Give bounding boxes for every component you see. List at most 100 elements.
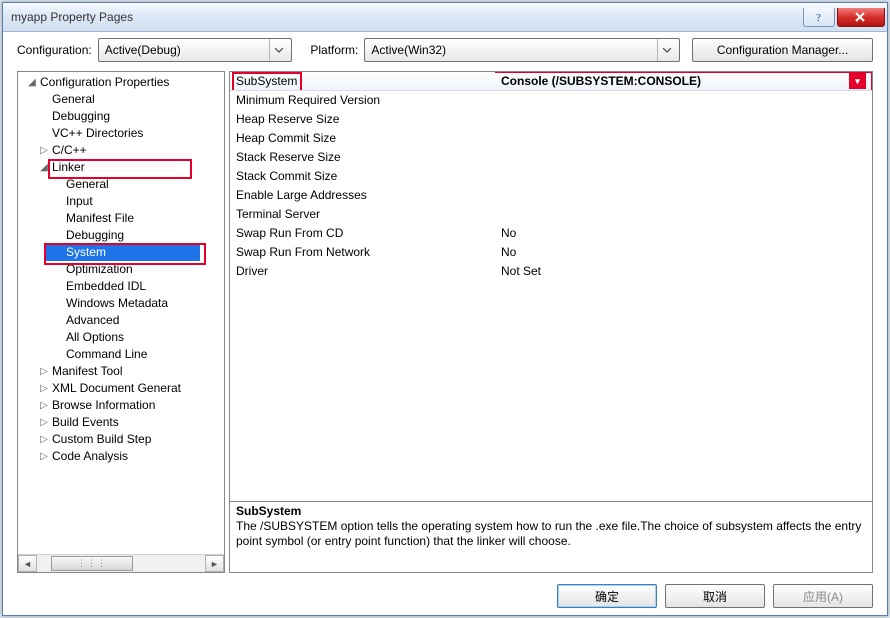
platform-combo[interactable]: Active(Win32): [364, 38, 680, 62]
tree-item-vcpp-dirs[interactable]: VC++ Directories: [18, 125, 224, 142]
configuration-manager-label: Configuration Manager...: [717, 43, 848, 57]
tree-item-linker-general[interactable]: General: [18, 176, 224, 193]
titlebar[interactable]: myapp Property Pages ?: [3, 3, 887, 32]
prop-value[interactable]: [495, 205, 872, 224]
property-pages-window: myapp Property Pages ? Configuration: Ac…: [2, 2, 888, 616]
prop-value-subsystem[interactable]: Console (/SUBSYSTEM:CONSOLE): [501, 72, 849, 90]
tree-item-linker-advanced[interactable]: Advanced: [18, 312, 224, 329]
platform-value: Active(Win32): [371, 43, 446, 57]
collapse-icon[interactable]: ◢: [26, 74, 38, 91]
prop-value[interactable]: [495, 167, 872, 186]
expand-icon[interactable]: ▷: [38, 431, 50, 448]
scroll-track[interactable]: ⋮⋮⋮: [37, 556, 205, 571]
dropdown-button[interactable]: ▾: [849, 73, 866, 89]
prop-name: Driver: [230, 262, 495, 281]
description-body: The /SUBSYSTEM option tells the operatin…: [236, 519, 866, 549]
prop-row[interactable]: Swap Run From CDNo: [230, 224, 872, 243]
chevron-down-icon: [269, 39, 287, 61]
tree-item-linker[interactable]: ◢ Linker: [18, 159, 224, 176]
scroll-thumb[interactable]: ⋮⋮⋮: [51, 556, 133, 571]
tree-item-custom-build[interactable]: ▷Custom Build Step: [18, 431, 224, 448]
tree-item-linker-input[interactable]: Input: [18, 193, 224, 210]
configuration-manager-button[interactable]: Configuration Manager...: [692, 38, 873, 62]
tree-item-linker-debugging[interactable]: Debugging: [18, 227, 224, 244]
help-button[interactable]: ?: [803, 8, 835, 27]
property-pane: SubSystem Console (/SUBSYSTEM:CONSOLE) ▾…: [229, 71, 873, 573]
prop-value[interactable]: [495, 91, 872, 110]
prop-name: Heap Reserve Size: [230, 110, 495, 129]
prop-name: Terminal Server: [230, 205, 495, 224]
tree-item-linker-win-meta[interactable]: Windows Metadata: [18, 295, 224, 312]
prop-row[interactable]: Stack Reserve Size: [230, 148, 872, 167]
tree-item-linker-system[interactable]: System: [18, 244, 224, 261]
property-grid[interactable]: SubSystem Console (/SUBSYSTEM:CONSOLE) ▾…: [229, 71, 873, 502]
cancel-button[interactable]: 取消: [665, 584, 765, 608]
prop-value[interactable]: [495, 129, 872, 148]
config-row: Configuration: Active(Debug) Platform: A…: [3, 32, 887, 68]
tree-item-linker-command-line[interactable]: Command Line: [18, 346, 224, 363]
scroll-right-button[interactable]: ►: [205, 555, 224, 572]
tree-item-linker-all-options[interactable]: All Options: [18, 329, 224, 346]
tree-root[interactable]: ◢ Configuration Properties: [18, 74, 224, 91]
expand-icon[interactable]: ▷: [38, 363, 50, 380]
tree-item-ccpp[interactable]: ▷ C/C++: [18, 142, 224, 159]
tree-hscrollbar[interactable]: ◄ ⋮⋮⋮ ►: [18, 554, 224, 572]
close-button[interactable]: [837, 8, 885, 27]
prop-row[interactable]: Terminal Server: [230, 205, 872, 224]
prop-name: Minimum Required Version: [230, 91, 495, 110]
tree-item-manifest-tool[interactable]: ▷Manifest Tool: [18, 363, 224, 380]
platform-label: Platform:: [310, 43, 358, 57]
prop-row[interactable]: Minimum Required Version: [230, 91, 872, 110]
tree-item-general[interactable]: General: [18, 91, 224, 108]
tree-item-xml-doc[interactable]: ▷XML Document Generat: [18, 380, 224, 397]
description-box: SubSystem The /SUBSYSTEM option tells th…: [229, 502, 873, 573]
apply-button[interactable]: 应用(A): [773, 584, 873, 608]
main-area: ◢ Configuration Properties General Debug…: [17, 71, 873, 573]
svg-text:?: ?: [816, 12, 821, 22]
configuration-label: Configuration:: [17, 43, 92, 57]
expand-icon[interactable]: ▷: [38, 397, 50, 414]
prop-name: Stack Reserve Size: [230, 148, 495, 167]
prop-name: Stack Commit Size: [230, 167, 495, 186]
prop-row[interactable]: DriverNot Set: [230, 262, 872, 281]
expand-icon[interactable]: ▷: [38, 448, 50, 465]
prop-name: Swap Run From CD: [230, 224, 495, 243]
tree-root-label: Configuration Properties: [38, 74, 171, 91]
prop-row[interactable]: Heap Commit Size: [230, 129, 872, 148]
tree-item-build-events[interactable]: ▷Build Events: [18, 414, 224, 431]
chevron-down-icon: [657, 39, 675, 61]
prop-value[interactable]: Not Set: [495, 262, 872, 281]
prop-row[interactable]: Stack Commit Size: [230, 167, 872, 186]
configuration-combo[interactable]: Active(Debug): [98, 38, 293, 62]
prop-value[interactable]: [495, 110, 872, 129]
tree-item-code-analysis[interactable]: ▷Code Analysis: [18, 448, 224, 465]
prop-row[interactable]: Heap Reserve Size: [230, 110, 872, 129]
tree-item-debugging[interactable]: Debugging: [18, 108, 224, 125]
tree-item-linker-optimization[interactable]: Optimization: [18, 261, 224, 278]
prop-name-subsystem[interactable]: SubSystem: [236, 74, 297, 88]
prop-value[interactable]: [495, 148, 872, 167]
tree-item-linker-embedded-idl[interactable]: Embedded IDL: [18, 278, 224, 295]
prop-row[interactable]: Enable Large Addresses: [230, 186, 872, 205]
config-tree[interactable]: ◢ Configuration Properties General Debug…: [18, 72, 224, 467]
expand-icon[interactable]: ▷: [38, 142, 50, 159]
window-title: myapp Property Pages: [11, 10, 803, 24]
config-tree-pane: ◢ Configuration Properties General Debug…: [17, 71, 225, 573]
prop-value[interactable]: [495, 186, 872, 205]
prop-name: Enable Large Addresses: [230, 186, 495, 205]
prop-row[interactable]: Swap Run From NetworkNo: [230, 243, 872, 262]
collapse-icon[interactable]: ◢: [38, 159, 50, 176]
expand-icon[interactable]: ▷: [38, 380, 50, 397]
tree-item-browse-info[interactable]: ▷Browse Information: [18, 397, 224, 414]
scroll-left-button[interactable]: ◄: [18, 555, 37, 572]
prop-value[interactable]: No: [495, 243, 872, 262]
expand-icon[interactable]: ▷: [38, 414, 50, 431]
tree-item-linker-manifest[interactable]: Manifest File: [18, 210, 224, 227]
dialog-buttons: 确定 取消 应用(A): [3, 577, 887, 615]
description-heading: SubSystem: [236, 504, 866, 519]
ok-button[interactable]: 确定: [557, 584, 657, 608]
prop-name: Swap Run From Network: [230, 243, 495, 262]
prop-name: Heap Commit Size: [230, 129, 495, 148]
configuration-value: Active(Debug): [105, 43, 181, 57]
prop-value[interactable]: No: [495, 224, 872, 243]
